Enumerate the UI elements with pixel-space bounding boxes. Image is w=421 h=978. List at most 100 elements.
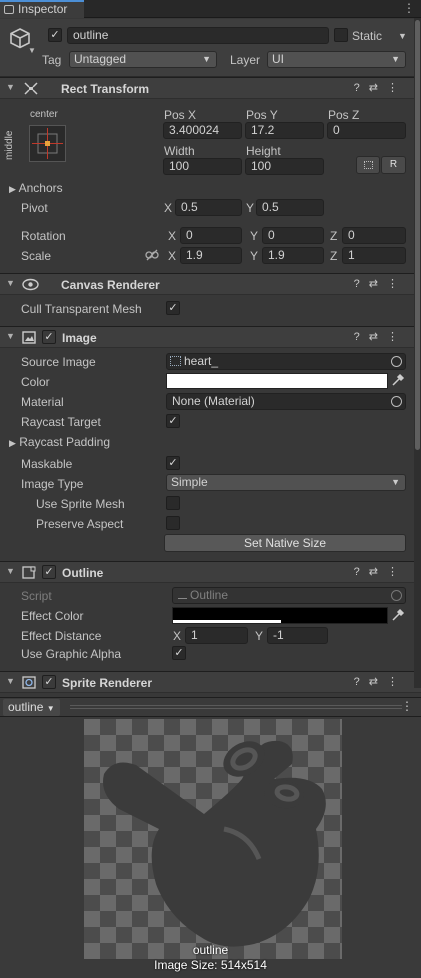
scale-z-axis-label: Z xyxy=(330,249,338,263)
scale-z-field[interactable]: 1 xyxy=(342,247,406,264)
raw-edit-button[interactable]: R xyxy=(381,156,406,174)
pos-z-field[interactable]: 0 xyxy=(327,122,406,139)
width-field[interactable]: 100 xyxy=(163,158,242,175)
use-graphic-alpha-checkbox[interactable]: ✓ xyxy=(172,646,186,660)
sprite-renderer-icon xyxy=(22,676,36,689)
component-tools[interactable]: ?⇄⋮ xyxy=(354,565,407,578)
effect-distance-x-field[interactable]: 1 xyxy=(185,627,248,644)
rotation-y-field[interactable]: 0 xyxy=(262,227,324,244)
sprite-renderer-enabled-toggle[interactable]: ✓ xyxy=(42,675,56,689)
preset-icon[interactable]: ⇄ xyxy=(369,278,387,290)
cull-transparent-mesh-label: Cull Transparent Mesh xyxy=(21,302,142,316)
tab-inspector-label: Inspector xyxy=(18,2,68,16)
kebab-icon[interactable]: ⋮ xyxy=(387,331,407,343)
foldout-arrow-icon: ▶ xyxy=(9,184,16,194)
pivot-y-axis-label: Y xyxy=(246,201,255,215)
use-sprite-mesh-checkbox[interactable] xyxy=(166,496,180,510)
pivot-y-field[interactable]: 0.5 xyxy=(256,199,324,216)
alpha-bar xyxy=(173,620,281,623)
preset-icon[interactable]: ⇄ xyxy=(369,566,387,578)
material-field[interactable]: None (Material) xyxy=(166,393,406,410)
effect-distance-y-field[interactable]: -1 xyxy=(267,627,328,644)
static-checkbox[interactable] xyxy=(334,28,348,42)
tag-dropdown[interactable]: Untagged ▼ xyxy=(69,51,217,68)
layer-dropdown[interactable]: UI ▼ xyxy=(267,51,406,68)
color-swatch[interactable] xyxy=(166,373,388,389)
help-icon[interactable]: ? xyxy=(354,278,369,290)
use-graphic-alpha-label: Use Graphic Alpha xyxy=(21,647,122,661)
effect-color-swatch[interactable] xyxy=(172,607,388,624)
sprite-renderer-header[interactable]: ▼ ✓ Sprite Renderer ?⇄⋮ xyxy=(0,671,421,693)
scale-label: Scale xyxy=(21,249,52,263)
link-icon[interactable] xyxy=(145,249,159,261)
rect-transform-icon xyxy=(24,82,38,95)
raycast-padding-foldout[interactable]: ▶ Raycast Padding xyxy=(9,435,110,450)
canvas-renderer-header[interactable]: ▼ Canvas Renderer ?⇄⋮ xyxy=(0,273,421,295)
image-type-dropdown[interactable]: Simple ▼ xyxy=(166,474,406,491)
maskable-checkbox[interactable]: ✓ xyxy=(166,456,180,470)
outline-enabled-toggle[interactable]: ✓ xyxy=(42,565,56,579)
blueprint-mode-button[interactable] xyxy=(356,156,380,174)
object-picker-icon[interactable] xyxy=(391,356,402,367)
kebab-icon[interactable]: ⋮ xyxy=(401,699,413,713)
component-tools[interactable]: ?⇄⋮ xyxy=(354,675,407,688)
scale-y-field[interactable]: 1.9 xyxy=(262,247,324,264)
height-field[interactable]: 100 xyxy=(245,158,324,175)
image-enabled-toggle[interactable]: ✓ xyxy=(42,330,56,344)
source-image-field[interactable]: heart_ xyxy=(166,353,406,370)
kebab-icon[interactable]: ⋮ xyxy=(387,566,407,578)
gameobject-name-field[interactable]: outline xyxy=(67,27,329,44)
object-picker-icon xyxy=(391,590,402,601)
anchor-preset-button[interactable] xyxy=(29,125,66,162)
kebab-icon[interactable]: ⋮ xyxy=(387,278,407,290)
help-icon[interactable]: ? xyxy=(354,676,369,688)
image-header[interactable]: ▼ ✓ Image ?⇄⋮ xyxy=(0,326,421,348)
help-icon[interactable]: ? xyxy=(354,82,369,94)
kebab-icon[interactable]: ⋮ xyxy=(387,82,407,94)
raycast-target-checkbox[interactable]: ✓ xyxy=(166,414,180,428)
component-tools[interactable]: ?⇄⋮ xyxy=(354,277,407,290)
gameobject-icon-dropdown[interactable]: ▼ xyxy=(28,46,36,55)
preset-icon[interactable]: ⇄ xyxy=(369,676,387,688)
eyedropper-icon[interactable] xyxy=(391,608,405,622)
preview-resize-handle[interactable] xyxy=(70,705,402,709)
anchors-foldout[interactable]: ▶ Anchors xyxy=(9,181,63,196)
sprite-renderer-title: Sprite Renderer xyxy=(62,676,153,690)
preset-icon[interactable]: ⇄ xyxy=(369,82,387,94)
outline-header[interactable]: ▼ ✓ Outline ?⇄⋮ xyxy=(0,561,421,583)
pos-x-field[interactable]: 3.400024 xyxy=(163,122,242,139)
preview-toolbar: outline ▼ ⋮ xyxy=(0,697,421,717)
object-picker-icon[interactable] xyxy=(391,396,402,407)
kebab-icon[interactable]: ⋮ xyxy=(403,1,415,15)
tab-inspector[interactable]: Inspector xyxy=(0,0,84,18)
foldout-arrow-icon[interactable]: ▼ xyxy=(6,82,15,92)
preview-object-dropdown[interactable]: outline ▼ xyxy=(3,699,60,716)
help-icon[interactable]: ? xyxy=(354,566,369,578)
component-tools[interactable]: ?⇄⋮ xyxy=(354,81,407,94)
gameobject-active-toggle[interactable]: ✓ xyxy=(48,28,62,42)
kebab-icon[interactable]: ⋮ xyxy=(387,676,407,688)
preserve-aspect-checkbox[interactable] xyxy=(166,516,180,530)
inspector-scrollbar-thumb[interactable] xyxy=(415,20,420,450)
source-image-label: Source Image xyxy=(21,355,96,369)
eyedropper-icon[interactable] xyxy=(391,373,405,387)
cull-transparent-mesh-checkbox[interactable]: ✓ xyxy=(166,301,180,315)
foldout-arrow-icon[interactable]: ▼ xyxy=(6,331,15,341)
blueprint-icon xyxy=(363,161,373,169)
pivot-x-field[interactable]: 0.5 xyxy=(175,199,242,216)
preset-icon[interactable]: ⇄ xyxy=(369,331,387,343)
check-icon: ✓ xyxy=(44,331,54,343)
foldout-arrow-icon[interactable]: ▼ xyxy=(6,676,15,686)
rotation-z-field[interactable]: 0 xyxy=(342,227,406,244)
rotation-x-field[interactable]: 0 xyxy=(180,227,242,244)
width-label: Width xyxy=(164,144,195,158)
scale-x-field[interactable]: 1.9 xyxy=(180,247,242,264)
foldout-arrow-icon[interactable]: ▼ xyxy=(6,278,15,288)
static-dropdown-arrow[interactable]: ▼ xyxy=(398,29,407,43)
component-tools[interactable]: ?⇄⋮ xyxy=(354,330,407,343)
help-icon[interactable]: ? xyxy=(354,331,369,343)
rect-transform-header[interactable]: ▼ Rect Transform ?⇄⋮ xyxy=(0,77,421,99)
set-native-size-button[interactable]: Set Native Size xyxy=(164,534,406,552)
foldout-arrow-icon[interactable]: ▼ xyxy=(6,566,15,576)
pos-y-field[interactable]: 17.2 xyxy=(245,122,324,139)
